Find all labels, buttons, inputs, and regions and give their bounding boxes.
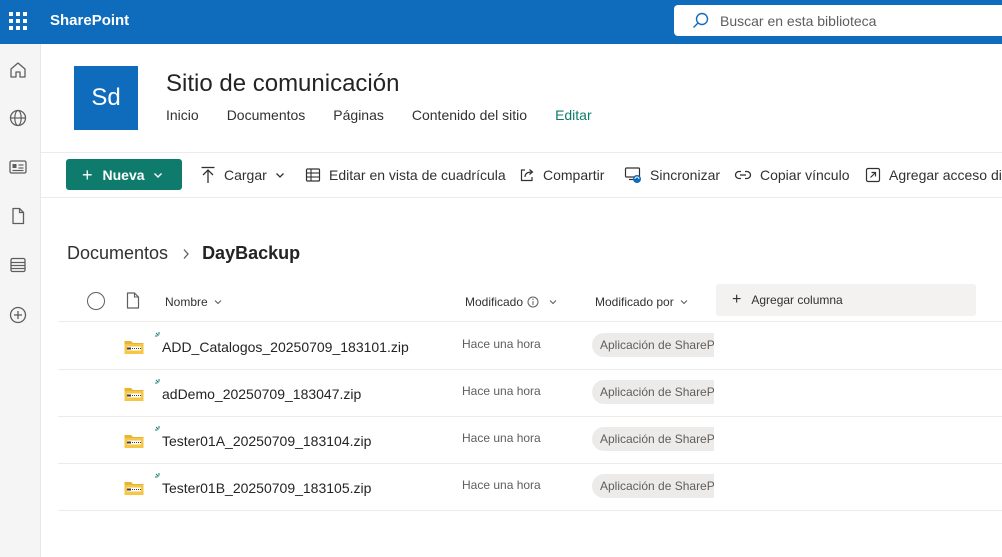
chevron-right-icon (183, 248, 189, 259)
document-icon[interactable] (8, 206, 28, 226)
zip-folder-icon (124, 341, 144, 354)
shortcut-icon (865, 167, 881, 183)
sync-icon (624, 167, 641, 183)
table-row[interactable]: Tester01B_20250709_183105.zip Hace una h… (58, 464, 1002, 511)
zip-folder-icon (124, 388, 144, 401)
modified-time: Hace una hora (462, 431, 541, 445)
file-name-link[interactable]: Tester01A_20250709_183104.zip (162, 433, 371, 449)
nav-item-pages[interactable]: Páginas (333, 107, 384, 123)
new-button[interactable]: + Nueva (66, 159, 182, 190)
column-header-modified-by-label: Modificado por (595, 295, 674, 309)
suite-header: SharePoint (0, 0, 1002, 44)
column-header-name-label: Nombre (165, 295, 208, 309)
chevron-down-icon (214, 300, 222, 305)
app-bar (0, 44, 41, 557)
grid-edit-label: Editar en vista de cuadrícula (329, 167, 506, 183)
file-name-link[interactable]: Tester01B_20250709_183105.zip (162, 480, 371, 496)
file-name-link[interactable]: adDemo_20250709_183047.zip (162, 386, 361, 402)
site-logo[interactable]: Sd (74, 66, 138, 130)
info-icon (527, 296, 539, 308)
home-icon[interactable] (8, 60, 28, 80)
upload-icon (201, 166, 215, 183)
modified-by-persona[interactable]: Aplicación de SharePoint (592, 474, 714, 498)
command-bar: + Nueva Cargar Editar en vista de cuadrí… (41, 153, 1002, 197)
divider (41, 197, 1002, 198)
upload-button[interactable]: Cargar (200, 166, 285, 184)
column-header-modified-by[interactable]: Modificado por (595, 295, 688, 309)
table-row[interactable]: Tester01A_20250709_183104.zip Hace una h… (58, 417, 1002, 464)
add-shortcut-label: Agregar acceso dir (889, 167, 1002, 183)
sync-label: Sincronizar (650, 167, 721, 183)
chevron-down-icon (275, 173, 284, 178)
plus-icon: + (732, 291, 742, 308)
modified-by-persona[interactable]: Aplicación de SharePoint (592, 380, 714, 404)
column-header-modified[interactable]: Modificado (465, 295, 557, 309)
modified-by-persona[interactable]: Aplicación de SharePoint (592, 333, 714, 357)
nav-edit-link[interactable]: Editar (555, 107, 592, 123)
modified-time: Hace una hora (462, 384, 541, 398)
news-icon[interactable] (8, 157, 28, 177)
site-title[interactable]: Sitio de comunicación (166, 70, 399, 98)
nav-item-documents[interactable]: Documentos (227, 107, 306, 123)
copy-link-button[interactable]: Copiar vínculo (734, 166, 850, 184)
share-button[interactable]: Compartir (519, 166, 604, 184)
grid-edit-button[interactable]: Editar en vista de cuadrícula (305, 166, 506, 184)
share-icon (520, 169, 534, 182)
new-button-label: Nueva (102, 166, 145, 183)
breadcrumb: Documentos DayBackup (67, 243, 300, 264)
breadcrumb-root[interactable]: Documentos (67, 243, 168, 264)
site-navigation: Inicio Documentos Páginas Contenido del … (166, 107, 592, 123)
nav-item-home[interactable]: Inicio (166, 107, 199, 123)
chevron-down-icon (680, 300, 688, 305)
copy-link-label: Copiar vínculo (760, 167, 850, 183)
search-input[interactable] (720, 11, 990, 31)
upload-label: Cargar (224, 167, 267, 183)
modified-time: Hace una hora (462, 478, 541, 492)
add-column-button[interactable]: + Agregar columna (716, 284, 976, 316)
zip-folder-icon (124, 482, 144, 495)
select-all-radio[interactable] (87, 292, 105, 310)
column-header-modified-label: Modificado (465, 295, 524, 309)
app-launcher-icon[interactable] (9, 12, 27, 30)
list-header: Nombre Modificado Modificado por + Agreg… (58, 284, 1002, 322)
grid-icon (305, 168, 321, 182)
table-row[interactable]: adDemo_20250709_183047.zip Hace una hora… (58, 370, 1002, 417)
sync-button[interactable]: Sincronizar (624, 166, 720, 184)
globe-icon[interactable] (8, 108, 28, 128)
breadcrumb-current: DayBackup (202, 243, 301, 263)
file-name-link[interactable]: ADD_Catalogos_20250709_183101.zip (162, 339, 409, 355)
share-label: Compartir (543, 167, 605, 183)
chevron-down-icon (549, 300, 557, 305)
chevron-down-icon (153, 172, 162, 178)
search-box[interactable] (674, 5, 1002, 36)
add-circle-icon[interactable] (8, 305, 28, 325)
table-row[interactable]: ADD_Catalogos_20250709_183101.zip Hace u… (58, 323, 1002, 370)
add-shortcut-button[interactable]: Agregar acceso dir (865, 166, 1002, 184)
modified-time: Hace una hora (462, 337, 541, 351)
add-column-label: Agregar columna (751, 293, 843, 307)
modified-by-persona[interactable]: Aplicación de SharePoint (592, 427, 714, 451)
zip-folder-icon (124, 435, 144, 448)
nav-item-site-contents[interactable]: Contenido del sitio (412, 107, 527, 123)
brand-link[interactable]: SharePoint (50, 12, 129, 29)
file-type-icon[interactable] (126, 292, 140, 309)
list-icon[interactable] (8, 255, 28, 275)
search-icon (693, 12, 709, 28)
link-icon (734, 170, 752, 180)
column-header-name[interactable]: Nombre (165, 295, 222, 309)
plus-icon: + (82, 164, 93, 185)
